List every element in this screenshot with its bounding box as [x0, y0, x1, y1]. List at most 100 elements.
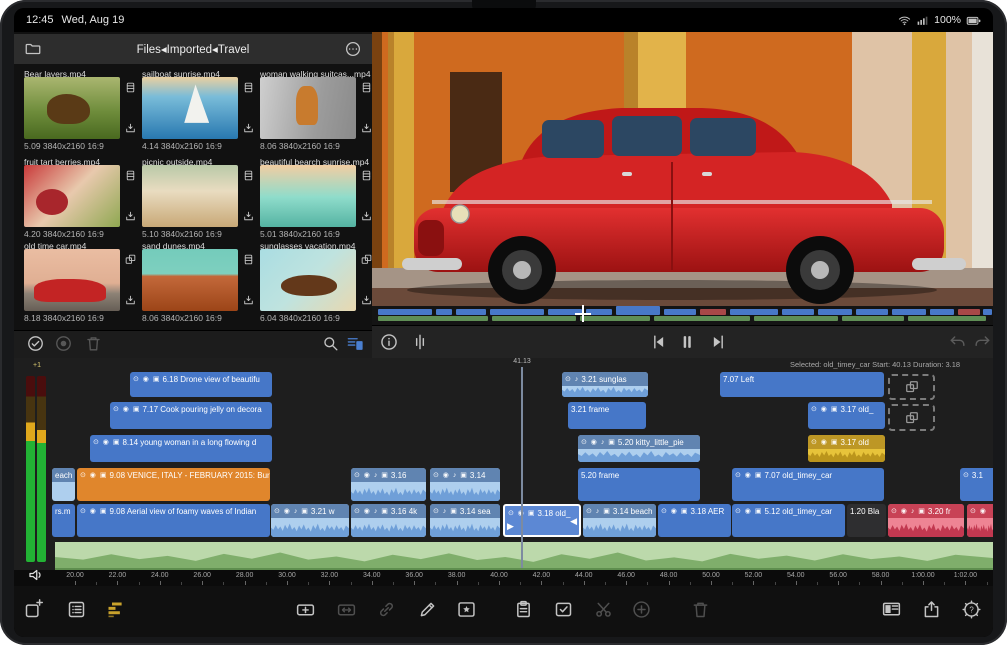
film-icon[interactable] — [123, 80, 137, 94]
clip-thumbnail[interactable] — [260, 77, 356, 139]
timeline-clip[interactable]: ⊙ ♪ ▣3.14 sea — [430, 504, 500, 537]
timeline-trash-button[interactable] — [689, 598, 711, 620]
timeline-clip[interactable]: ⊙ ◉ ▣3.17 old_ — [808, 402, 885, 429]
clip-thumbnail[interactable] — [24, 249, 120, 311]
clip-thumbnail[interactable] — [260, 249, 356, 311]
timeline-layout-button[interactable] — [104, 598, 126, 620]
timeline-clip[interactable]: ⊙ ◉ ▣3.18 AER — [658, 504, 731, 537]
video-preview[interactable] — [372, 32, 993, 306]
timeline-clip[interactable]: ⊙3.1 — [960, 468, 993, 501]
display-layout-button[interactable] — [880, 598, 902, 620]
timeline-clip[interactable]: ⊙ ◉ ▣6.18 Drone view of beautifu — [130, 372, 272, 397]
import-icon[interactable] — [123, 209, 137, 223]
timeline-clip[interactable]: ⊙ ◉ ♪ ▣3.21 w — [271, 504, 349, 537]
playhead[interactable] — [521, 367, 523, 568]
sort-button[interactable] — [345, 333, 365, 353]
timeline-clip[interactable]: ⊙ ◉ ♪ ▣5.20 kitty_little_pie — [578, 435, 700, 462]
timeline-clip[interactable]: ⊙ ◉ ♪ ▣3.16 4k — [351, 504, 426, 537]
media-library-panel: Files◂Imported◂Travel Bear layers.mp45.0… — [14, 32, 372, 360]
export-button[interactable] — [920, 598, 942, 620]
timeline-clip[interactable]: ⊙ ◉ ▣7.17 Cook pouring jelly on decora — [110, 402, 272, 429]
import-icon[interactable] — [123, 121, 137, 135]
timeline-clip[interactable]: ⊙ ◉ ♪ ▣3.16 — [351, 468, 426, 501]
film-icon[interactable] — [241, 168, 255, 182]
import-icon[interactable] — [241, 121, 255, 135]
select-button[interactable] — [552, 598, 574, 620]
timeline-clip[interactable]: each — [52, 468, 75, 501]
timeline-clip[interactable]: ⊙ ◉ ▣5.12 old_timey_car — [732, 504, 845, 537]
clip-label: 7.17 Cook pouring jelly on decora — [142, 405, 261, 414]
star-button[interactable] — [455, 598, 477, 620]
audio-waveform-track[interactable] — [55, 542, 993, 570]
folder-icon[interactable] — [24, 40, 42, 58]
next-frame-button[interactable] — [707, 331, 729, 353]
timeline-clip[interactable]: ⊙ ◉ — [967, 504, 993, 537]
import-icon[interactable] — [123, 293, 137, 307]
search-button[interactable] — [320, 333, 340, 353]
library-trash-button[interactable] — [83, 333, 103, 353]
used-icon[interactable] — [359, 252, 373, 266]
pause-button[interactable] — [676, 331, 698, 353]
prev-frame-button[interactable] — [648, 331, 670, 353]
help-settings-button[interactable]: ? — [960, 598, 982, 620]
add-media-button[interactable] — [22, 598, 44, 620]
link-button[interactable] — [375, 598, 397, 620]
film-icon[interactable] — [359, 168, 373, 182]
ruler-minor-tick — [732, 582, 733, 585]
clip-thumbnail[interactable] — [24, 77, 120, 139]
breadcrumb[interactable]: Files◂Imported◂Travel — [42, 42, 344, 56]
timeline-clip[interactable]: 3.21 frame — [568, 402, 646, 429]
clip-thumbnail[interactable] — [142, 165, 238, 227]
trim-handle-left[interactable]: ▶ — [507, 521, 514, 532]
timeline-clip[interactable]: 7.07 Left — [720, 372, 884, 397]
clip-list-button[interactable] — [65, 598, 87, 620]
timeline-clip[interactable]: ⊙ ◉ ▣3.17 old — [808, 435, 885, 462]
import-icon[interactable] — [359, 209, 373, 223]
timeline-clip[interactable]: rs.m — [52, 504, 75, 537]
import-icon[interactable] — [359, 121, 373, 135]
clip-thumbnail[interactable] — [24, 165, 120, 227]
timeline-clip[interactable]: ⊙ ◉ ▣9.08 VENICE, ITALY - FEBRUARY 2015:… — [77, 468, 270, 501]
used-icon[interactable] — [123, 252, 137, 266]
film-icon[interactable] — [359, 80, 373, 94]
film-icon[interactable] — [241, 80, 255, 94]
film-icon[interactable] — [123, 168, 137, 182]
trim-handle-right[interactable]: ◀ — [570, 516, 577, 527]
speaker-icon[interactable] — [27, 566, 45, 584]
clip-thumbnail[interactable] — [260, 165, 356, 227]
preview-scrubber[interactable] — [372, 306, 993, 325]
timeline-clip[interactable]: ⊙ ◉ ♪ ▣3.20 fr — [888, 504, 964, 537]
trim-tool-button[interactable] — [409, 331, 431, 353]
record-button[interactable] — [53, 333, 73, 353]
more-icon[interactable] — [344, 40, 362, 58]
clip-thumbnail[interactable] — [142, 249, 238, 311]
ghost-clip-slot[interactable] — [888, 374, 935, 400]
import-icon[interactable] — [241, 293, 255, 307]
timeline-clip[interactable]: ⊙ ♪ ▣3.14 beach — [583, 504, 656, 537]
redo-button[interactable] — [971, 331, 993, 353]
timeline-clip[interactable]: ⊙ ◉ ♪ ▣3.14 — [430, 468, 500, 501]
scissors-button[interactable] — [592, 598, 614, 620]
add-circle-button[interactable] — [630, 598, 652, 620]
timeline-clip[interactable]: ⊙ ◉ ▣9.08 Aerial view of foamy waves of … — [77, 504, 270, 537]
film-icon[interactable] — [241, 252, 255, 266]
clipboard-button[interactable] — [512, 598, 534, 620]
ghost-clip-slot[interactable] — [888, 404, 935, 431]
timeline-clip[interactable]: ⊙ ♪3.21 sunglas — [562, 372, 648, 397]
timeline-clip[interactable]: 5.20 frame — [578, 468, 700, 501]
insert-button[interactable] — [294, 598, 316, 620]
select-mode-button[interactable] — [25, 333, 45, 353]
timeline-clip[interactable]: ⊙ ◉ ▣7.07 old_timey_car — [732, 468, 884, 501]
undo-button[interactable] — [947, 331, 969, 353]
ruler-minor-tick — [987, 582, 988, 585]
timeline-clip[interactable]: ⊙ ◉ ▣8.14 young woman in a long flowing … — [90, 435, 272, 462]
ruler-label: 44.00 — [575, 572, 593, 579]
timeline-clip[interactable]: ⊙ ◉ ▣3.18 old_▶◀ — [503, 504, 581, 537]
timeline-clip[interactable]: 1.20 Bla — [847, 504, 886, 537]
import-icon[interactable] — [359, 293, 373, 307]
pen-button[interactable] — [416, 598, 438, 620]
clip-thumbnail[interactable] — [142, 77, 238, 139]
import-icon[interactable] — [241, 209, 255, 223]
overwrite-button[interactable] — [335, 598, 357, 620]
info-button[interactable] — [378, 331, 400, 353]
